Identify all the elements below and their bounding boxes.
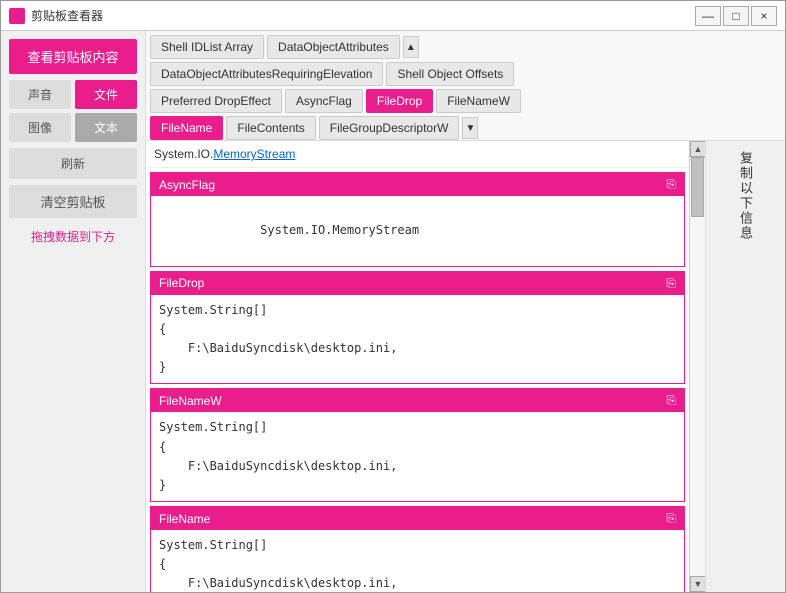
filedrop-section: FileDrop ⎘ System.String[] { F:\BaiduSyn… — [150, 271, 685, 385]
asyncflag-header: AsyncFlag ⎘ — [151, 173, 684, 196]
title-bar: 剪贴板查看器 — □ × — [1, 1, 785, 31]
tab-preferred-dropeffect[interactable]: Preferred DropEffect — [150, 89, 282, 113]
type-image-button[interactable]: 图像 — [9, 113, 71, 142]
filename-body: System.String[] { F:\BaiduSyncdisk\deskt… — [151, 530, 684, 592]
filename-section: FileName ⎘ System.String[] { F:\BaiduSyn… — [150, 506, 685, 592]
content-scroll[interactable]: System.IO.MemoryStream AsyncFlag ⎘ Syste… — [146, 141, 689, 592]
scrollbar-track[interactable] — [690, 157, 705, 576]
vertical-scrollbar: ▲ ▼ — [689, 141, 705, 592]
clear-clipboard-button[interactable]: 清空剪贴板 — [9, 185, 137, 218]
tab-shell-object-offsets[interactable]: Shell Object Offsets — [386, 62, 514, 86]
sidebar: 查看剪贴板内容 声音 文件 图像 文本 刷新 清空剪贴板 拖拽数据到下方 — [1, 31, 146, 592]
asyncflag-section: AsyncFlag ⎘ System.IO.MemoryStream — [150, 172, 685, 267]
tab-filegroupdescriptorw[interactable]: FileGroupDescriptorW — [319, 116, 460, 140]
window-title: 剪贴板查看器 — [31, 7, 695, 24]
filename-copy-icon[interactable]: ⎘ — [666, 511, 676, 526]
scroll-up-button[interactable]: ▲ — [690, 141, 706, 157]
tab-row-4: FileName FileContents FileGroupDescripto… — [150, 116, 781, 140]
drag-hint: 拖拽数据到下方 — [31, 228, 115, 245]
tab-filenamew[interactable]: FileNameW — [436, 89, 521, 113]
right-panel: Shell IDList Array DataObjectAttributes … — [146, 31, 785, 592]
filenamew-header: FileNameW ⎘ — [151, 389, 684, 412]
filedrop-label: FileDrop — [159, 276, 204, 290]
title-bar-buttons: — □ × — [695, 6, 777, 26]
tab-area: Shell IDList Array DataObjectAttributes … — [146, 31, 785, 141]
asyncflag-copy-icon[interactable]: ⎘ — [666, 177, 676, 192]
top-memorystream-entry: System.IO.MemoryStream — [146, 141, 689, 168]
app-icon — [9, 8, 25, 24]
tab-filedrop[interactable]: FileDrop — [366, 89, 433, 113]
filename-header: FileName ⎘ — [151, 507, 684, 530]
tab-filename[interactable]: FileName — [150, 116, 223, 140]
top-entry-prefix: System.IO. — [154, 147, 213, 161]
filedrop-copy-icon[interactable]: ⎘ — [666, 276, 676, 291]
tab-scroll-down[interactable]: ▼ — [462, 117, 478, 139]
type-sound-button[interactable]: 声音 — [9, 80, 71, 109]
asyncflag-label: AsyncFlag — [159, 178, 215, 192]
tab-row-2: DataObjectAttributesRequiringElevation S… — [150, 62, 781, 86]
copy-panel-label: 复制以下信息 — [736, 151, 755, 241]
tab-scroll-up[interactable]: ▲ — [403, 36, 419, 58]
asyncflag-body-link[interactable]: MemoryStream — [332, 223, 419, 237]
filenamew-section: FileNameW ⎘ System.String[] { F:\BaiduSy… — [150, 388, 685, 502]
type-file-button[interactable]: 文件 — [75, 80, 137, 109]
main-content: 查看剪贴板内容 声音 文件 图像 文本 刷新 清空剪贴板 拖拽数据到下方 She… — [1, 31, 785, 592]
view-clipboard-button[interactable]: 查看剪贴板内容 — [9, 39, 137, 74]
asyncflag-body: System.IO.MemoryStream — [151, 196, 684, 266]
main-window: 剪贴板查看器 — □ × 查看剪贴板内容 声音 文件 图像 文本 刷新 清空剪贴… — [0, 0, 786, 593]
filenamew-copy-icon[interactable]: ⎘ — [666, 393, 676, 408]
tab-row-1: Shell IDList Array DataObjectAttributes … — [150, 35, 781, 59]
tab-filecontents[interactable]: FileContents — [226, 116, 315, 140]
close-button[interactable]: × — [751, 6, 777, 26]
filedrop-header: FileDrop ⎘ — [151, 272, 684, 295]
tab-dataobject-attributes-elevation[interactable]: DataObjectAttributesRequiringElevation — [150, 62, 383, 86]
scrollbar-thumb[interactable] — [691, 157, 704, 217]
filenamew-body: System.String[] { F:\BaiduSyncdisk\deskt… — [151, 412, 684, 501]
type-buttons-grid: 声音 文件 图像 文本 — [9, 80, 137, 142]
filename-label: FileName — [159, 512, 210, 526]
tab-asyncflag[interactable]: AsyncFlag — [285, 89, 363, 113]
type-text-button[interactable]: 文本 — [75, 113, 137, 142]
filedrop-body: System.String[] { F:\BaiduSyncdisk\deskt… — [151, 295, 684, 384]
tab-dataobject-attributes[interactable]: DataObjectAttributes — [267, 35, 400, 59]
top-entry-link[interactable]: MemoryStream — [213, 147, 295, 161]
copy-panel: 复制以下信息 — [705, 141, 785, 592]
asyncflag-body-prefix: System.IO. — [260, 223, 332, 237]
tab-shell-idlist-array[interactable]: Shell IDList Array — [150, 35, 264, 59]
maximize-button[interactable]: □ — [723, 6, 749, 26]
filenamew-label: FileNameW — [159, 394, 222, 408]
content-scrollbar-area: System.IO.MemoryStream AsyncFlag ⎘ Syste… — [146, 141, 785, 592]
refresh-button[interactable]: 刷新 — [9, 148, 137, 179]
tab-row-3: Preferred DropEffect AsyncFlag FileDrop … — [150, 89, 781, 113]
scroll-down-button[interactable]: ▼ — [690, 576, 706, 592]
minimize-button[interactable]: — — [695, 6, 721, 26]
